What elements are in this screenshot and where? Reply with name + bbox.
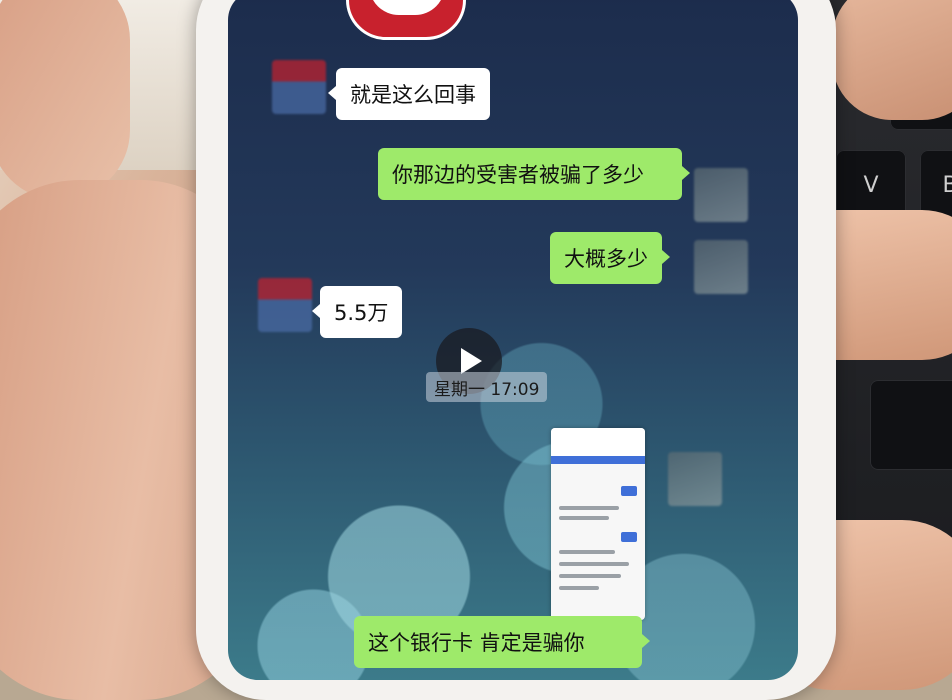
screenshot-content [559,574,621,578]
message-bubble-outgoing[interactable]: 你那边的受害者被骗了多少 [378,148,690,200]
contact-avatar[interactable] [272,60,326,114]
screenshot-content [621,486,637,496]
finger [832,0,952,120]
screenshot-content [559,562,629,566]
message-bubble-outgoing[interactable]: 大概多少 [550,232,670,284]
screenshot-content [559,506,619,510]
my-avatar[interactable] [668,452,722,506]
keyboard-key [870,380,952,470]
contact-avatar[interactable] [258,278,312,332]
screenshot-content [559,516,609,520]
screenshot-image-message[interactable] [551,428,645,620]
sticker-face [369,0,445,15]
screenshot-content [559,550,615,554]
chat-screen[interactable]: 就是这么回事 你那边的受害者被骗了多少 大概多少 5.5万 星期一 17:09 … [228,0,798,680]
sticker-image [346,0,466,40]
screenshot-header [551,428,645,464]
message-bubble-outgoing[interactable]: 这个银行卡 肯定是骗你 [354,616,650,668]
play-icon [461,348,482,374]
my-avatar[interactable] [694,168,748,222]
message-timestamp: 星期一 17:09 [426,372,548,402]
finger [0,0,130,200]
screenshot-content [621,532,637,542]
my-avatar[interactable] [694,240,748,294]
message-bubble-incoming[interactable]: 就是这么回事 [328,68,490,120]
message-bubble-incoming[interactable]: 5.5万 [311,286,403,338]
screenshot-content [559,586,599,590]
